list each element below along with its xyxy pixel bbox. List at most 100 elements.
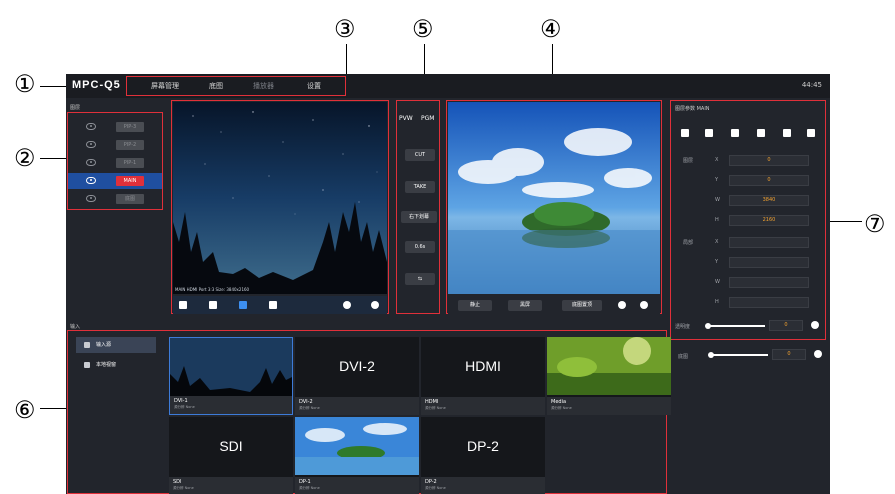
local-w-label: W	[715, 279, 720, 285]
x-field[interactable]: 0	[729, 155, 809, 166]
input-tile-dp1[interactable]: DP-1 源分辨 None	[295, 417, 419, 494]
move-down-icon[interactable]	[807, 129, 815, 137]
tile-footer: DP-1 源分辨 None	[295, 477, 419, 494]
bg-top-button[interactable]: 底图置顶	[562, 300, 602, 311]
layer-row-pip1[interactable]: PIP-1	[68, 155, 162, 171]
tile-sub: 源分辨 None	[173, 486, 194, 490]
callout-2: ②	[14, 144, 36, 172]
tile-footer: Media 源分辨 None	[547, 397, 671, 415]
eye-icon[interactable]	[86, 177, 96, 184]
local-y-field[interactable]	[729, 257, 809, 268]
tile-sub: 源分辨 None	[425, 486, 446, 490]
tile-name: DVI-2	[299, 399, 313, 405]
input-tile-dvi1[interactable]: DVI-1 源分辨 None	[169, 337, 293, 415]
reset-icon[interactable]	[811, 321, 819, 329]
tile-label: SDI	[219, 438, 243, 454]
freeze-button[interactable]: 静止	[458, 300, 492, 311]
input-tile-dp2[interactable]: DP-2 DP-2 源分辨 None	[421, 417, 545, 494]
duration-select[interactable]: 0.6s	[405, 241, 435, 253]
local-h-field[interactable]	[729, 297, 809, 308]
h-label: H	[715, 217, 719, 223]
cut-button[interactable]: CUT	[405, 149, 435, 161]
top-bar: MPC-Q5 屏幕管理 底图 播放器 设置 44:45	[66, 74, 830, 98]
tile-sub: 源分辨 None	[174, 405, 195, 409]
effect-select[interactable]: 右下划幕	[401, 211, 437, 223]
reset-icon[interactable]	[814, 350, 822, 358]
local-x-label: X	[715, 239, 719, 245]
tile-name: DP-2	[425, 479, 437, 485]
local-group-label: 局部	[683, 240, 694, 246]
fullscreen-icon[interactable]	[681, 129, 689, 137]
input-tile-dvi2[interactable]: DVI-2 DVI-2 源分辨 None	[295, 337, 419, 415]
swap-button[interactable]: ⇆	[405, 273, 435, 285]
callout-5: ⑤	[412, 15, 434, 43]
local-w-field[interactable]	[729, 277, 809, 288]
callout-6: ⑥	[14, 396, 36, 424]
callout-4: ④	[540, 15, 562, 43]
brightness-icon[interactable]	[618, 301, 626, 309]
lock-icon[interactable]	[209, 301, 217, 309]
layer-row-pip2[interactable]: PIP-2	[68, 137, 162, 153]
layer-row-main[interactable]: MAIN	[68, 173, 162, 189]
opacity-slider-knob[interactable]	[705, 323, 711, 329]
input-tile-hdmi[interactable]: HDMI HDMI 源分辨 None	[421, 337, 545, 415]
fit-icon[interactable]	[705, 129, 713, 137]
layer-tag: 底图	[116, 194, 144, 204]
opacity-value[interactable]: 0	[769, 320, 803, 331]
program-toolbar: 静止 黑屏 底图置顶	[448, 296, 660, 314]
eye-icon[interactable]	[86, 159, 96, 166]
tile-label: HDMI	[465, 358, 501, 374]
h-field[interactable]: 2160	[729, 215, 809, 226]
brightness-icon[interactable]	[343, 301, 351, 309]
menu-settings[interactable]: 设置	[307, 81, 321, 91]
w-field[interactable]: 3840	[729, 195, 809, 206]
eye-icon[interactable]	[86, 123, 96, 130]
take-button[interactable]: TAKE	[405, 181, 435, 193]
y-field[interactable]: 0	[729, 175, 809, 186]
move-top-icon[interactable]	[731, 129, 739, 137]
layers-icon[interactable]	[179, 301, 187, 309]
split-icon[interactable]	[239, 301, 247, 309]
eye-icon[interactable]	[86, 195, 96, 202]
preview-monitor[interactable]: MAIN HDMI Port 3:3 Size: 3840x2160	[173, 102, 387, 294]
media-thumbnail	[547, 337, 671, 395]
layer-tag: PIP-3	[116, 122, 144, 132]
bg-slider-knob[interactable]	[708, 352, 714, 358]
layer-row-pip3[interactable]: PIP-3	[68, 119, 162, 135]
menu-background[interactable]: 底图	[209, 81, 223, 91]
program-monitor[interactable]	[448, 102, 660, 294]
callout-1: ①	[14, 70, 36, 98]
tile-sub: 源分辨 None	[425, 406, 446, 410]
preview-panel: MAIN HDMI Port 3:3 Size: 3840x2160	[171, 100, 389, 314]
close-icon[interactable]	[269, 301, 277, 309]
inputs-title: 输入	[70, 324, 81, 330]
local-h-label: H	[715, 299, 719, 305]
program-panel: 静止 黑屏 底图置顶	[446, 100, 662, 314]
menu-player[interactable]: 播放器	[253, 81, 274, 91]
contrast-icon[interactable]	[640, 301, 648, 309]
local-x-field[interactable]	[729, 237, 809, 248]
tile-footer: HDMI 源分辨 None	[421, 397, 545, 415]
sidebar-item-local-view[interactable]: 本地视窗	[76, 357, 156, 373]
opacity-slider[interactable]	[707, 325, 765, 327]
clock: 44:45	[801, 81, 822, 89]
preview-caption: MAIN HDMI Port 3:3 Size: 3840x2160	[175, 287, 250, 292]
sidebar-item-input-source[interactable]: 输入源	[76, 337, 156, 353]
bg-slider[interactable]	[710, 354, 768, 356]
input-tile-media[interactable]: Media 源分辨 None	[547, 337, 671, 415]
menu-screen-management[interactable]: 屏幕管理	[151, 81, 179, 91]
move-bottom-icon[interactable]	[757, 129, 765, 137]
layer-tag: MAIN	[116, 176, 144, 186]
input-tile-sdi[interactable]: SDI SDI 源分辨 None	[169, 417, 293, 494]
tile-footer: DP-2 源分辨 None	[421, 477, 545, 494]
eye-icon[interactable]	[86, 141, 96, 148]
move-up-icon[interactable]	[783, 129, 791, 137]
bg-value[interactable]: 0	[772, 349, 806, 360]
pvw-label: PVW	[399, 115, 413, 122]
layer-row-background[interactable]: 底图	[68, 191, 162, 207]
black-button[interactable]: 黑屏	[508, 300, 542, 311]
tile-footer: SDI 源分辨 None	[169, 477, 293, 494]
callout-3: ③	[334, 15, 356, 43]
contrast-icon[interactable]	[371, 301, 379, 309]
x-label: X	[715, 157, 719, 163]
